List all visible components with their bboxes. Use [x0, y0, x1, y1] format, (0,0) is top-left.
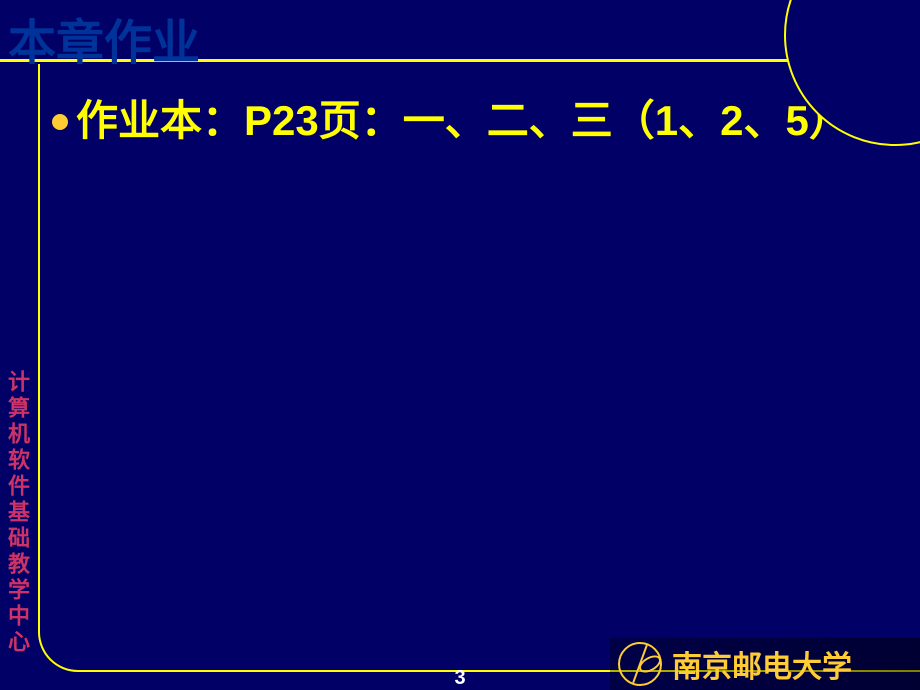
slide-container: 本章作业 作业本：P23页：一、二、三（1、2、5） 计算机软件基础教学中心 3…	[0, 0, 920, 690]
university-logo-icon	[618, 642, 662, 686]
sidebar-label: 计算机软件基础教学中心	[6, 370, 28, 656]
page-number: 3	[454, 667, 465, 690]
university-name: 南京邮电大学	[672, 642, 852, 686]
university-logo-area: 南京邮电大学	[610, 638, 920, 690]
bullet-item: 作业本：P23页：一、二、三（1、2、5）	[52, 92, 890, 151]
content-area: 作业本：P23页：一、二、三（1、2、5）	[52, 92, 890, 151]
slide-title: 本章作业	[0, 3, 200, 73]
bullet-text: 作业本：P23页：一、二、三（1、2、5）	[76, 92, 890, 151]
bullet-icon	[52, 114, 68, 130]
body-frame	[38, 64, 920, 672]
